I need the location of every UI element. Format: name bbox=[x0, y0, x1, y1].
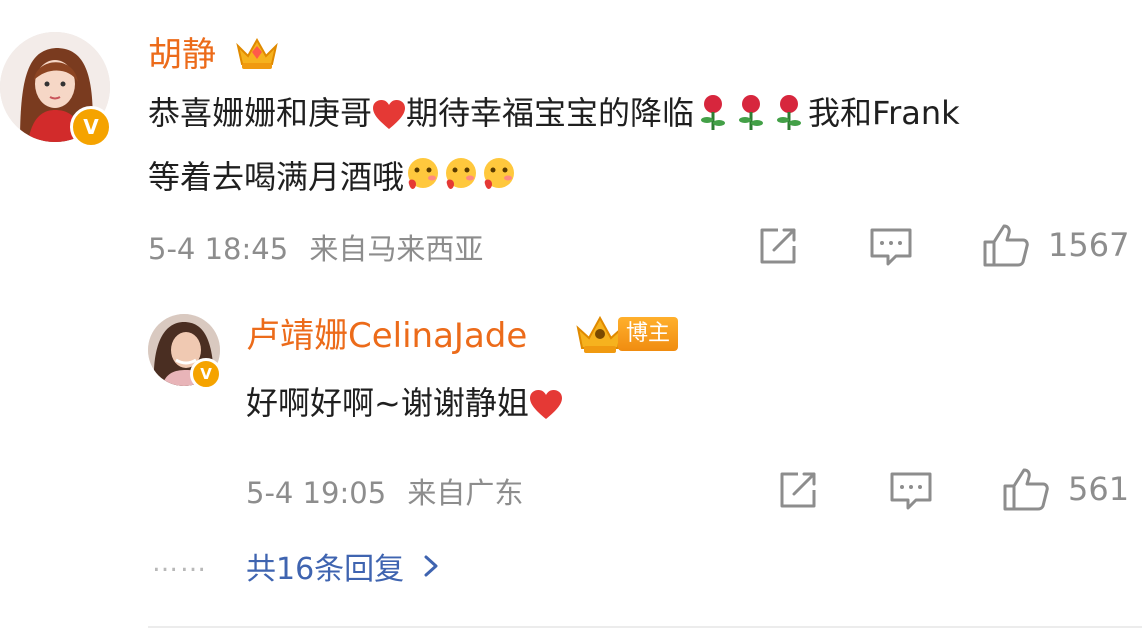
like-icon[interactable] bbox=[982, 222, 1030, 268]
more-replies-dots: …… bbox=[152, 548, 208, 578]
blush-emoji bbox=[404, 154, 442, 212]
comment-location: 来自马来西亚 bbox=[309, 232, 484, 266]
reply-text: 好啊好啊~谢谢静姐 bbox=[246, 374, 563, 438]
comment-card: V 胡静 恭喜姗姗和庚哥 期待幸福宝宝的降临 我和Frank 等着去喝满月酒哦 5-… bbox=[0, 0, 1142, 290]
more-replies-label: 共16条回复 bbox=[246, 552, 405, 587]
comment-icon[interactable] bbox=[868, 226, 914, 268]
commenter-username[interactable]: 胡静 bbox=[148, 35, 216, 75]
reply-like-count: 561 bbox=[1068, 470, 1130, 508]
verified-icon: V bbox=[190, 358, 222, 390]
comment-meta: 5-4 18:45 来自马来西亚 bbox=[148, 226, 483, 268]
comment-text: 恭喜姗姗和庚哥 期待幸福宝宝的降临 我和Frank 等着去喝满月酒哦 bbox=[148, 84, 1128, 212]
rose-emoji bbox=[694, 90, 732, 148]
chevron-right-icon bbox=[424, 555, 438, 577]
reply-username[interactable]: 卢靖姗CelinaJade bbox=[246, 316, 527, 356]
heart-emoji bbox=[529, 380, 563, 438]
reply-location: 来自广东 bbox=[407, 476, 524, 510]
rose-emoji bbox=[732, 90, 770, 148]
reply-timestamp: 5-4 19:05 bbox=[246, 476, 387, 510]
reply-card: V 卢靖姗CelinaJade 博主 好啊好啊~谢谢静姐 5-4 19:05 来… bbox=[0, 290, 1142, 530]
blogger-badge: 博主 bbox=[574, 312, 686, 356]
comment-timestamp: 5-4 18:45 bbox=[148, 232, 289, 266]
comment-like-count: 1567 bbox=[1048, 226, 1130, 264]
rose-emoji bbox=[770, 90, 808, 148]
comment-icon[interactable] bbox=[888, 470, 934, 512]
crown-badge-icon bbox=[236, 37, 278, 69]
share-icon[interactable] bbox=[756, 224, 800, 268]
blush-emoji bbox=[480, 154, 518, 212]
blush-emoji bbox=[442, 154, 480, 212]
comment-text-line-1: 恭喜姗姗和庚哥 期待幸福宝宝的降临 我和Frank bbox=[148, 84, 1128, 148]
verified-icon: V bbox=[70, 106, 112, 148]
share-icon[interactable] bbox=[776, 468, 820, 512]
reply-meta: 5-4 19:05 来自广东 bbox=[246, 470, 523, 512]
comment-text-line-2: 等着去喝满月酒哦 bbox=[148, 148, 1128, 212]
like-icon[interactable] bbox=[1002, 466, 1050, 512]
heart-emoji bbox=[372, 90, 406, 148]
bottom-divider bbox=[148, 626, 1142, 628]
blogger-tag: 博主 bbox=[618, 317, 679, 351]
more-replies-link[interactable]: 共16条回复 bbox=[246, 544, 444, 588]
